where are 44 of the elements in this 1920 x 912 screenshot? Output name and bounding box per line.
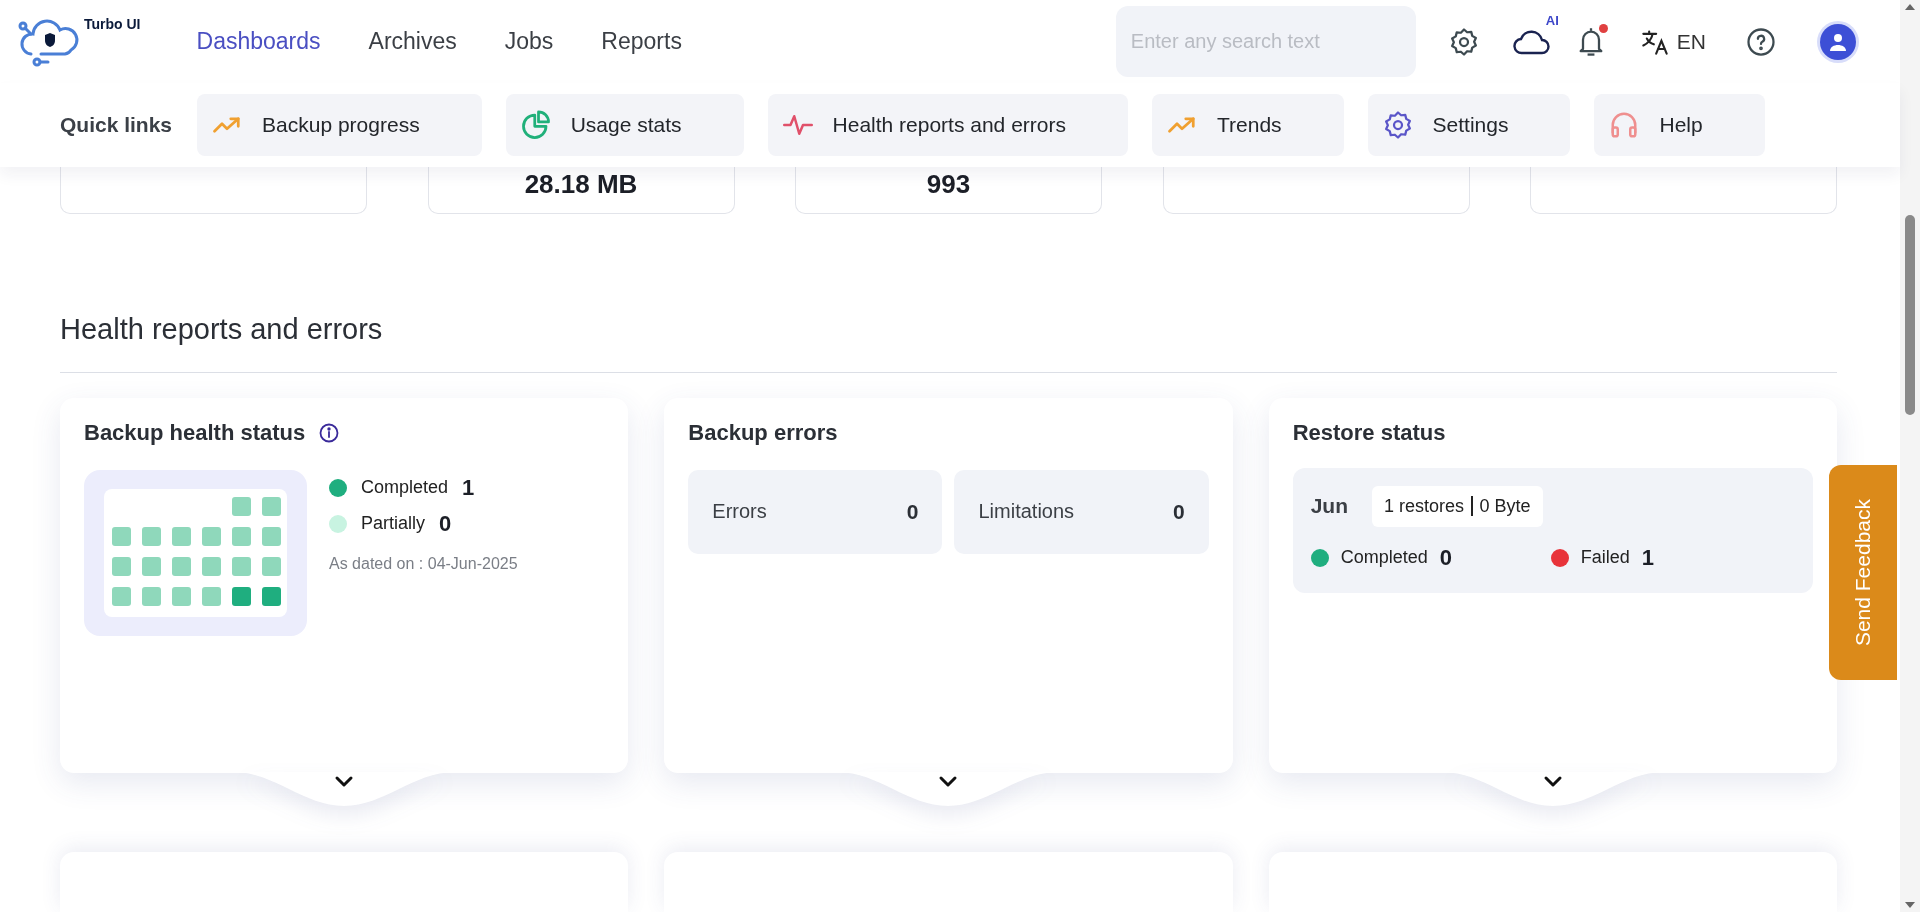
legend-count: 1 — [1641, 545, 1654, 571]
stat-value: 993 — [926, 168, 971, 201]
pie-chart-icon — [520, 109, 551, 140]
restore-size: 0 Byte — [1479, 496, 1531, 517]
nav-link[interactable]: Dashboards — [196, 24, 321, 60]
nav-link[interactable]: Jobs — [504, 24, 554, 60]
card-title: Backup errors — [688, 420, 838, 445]
legend-label: Completed — [361, 477, 449, 499]
help-icon[interactable] — [1746, 26, 1776, 57]
language-button[interactable]: EN — [1640, 27, 1706, 56]
search-field[interactable]: Enter any search text — [1115, 6, 1416, 78]
quick-link-button[interactable]: Settings — [1367, 93, 1571, 156]
quick-link-button[interactable]: Help — [1594, 93, 1765, 156]
legend-count: 0 — [439, 511, 452, 537]
legend-label: Failed — [1580, 547, 1630, 569]
ai-label: AI — [1545, 12, 1559, 28]
tile-label: Limitations — [978, 500, 1075, 524]
quick-links-label: Quick links — [60, 112, 173, 137]
quick-link-button[interactable]: Trends — [1152, 93, 1344, 156]
quick-link-button[interactable]: Health reports and errors — [767, 93, 1128, 156]
as-of-date: As dated on : 04-Jun-2025 — [329, 555, 518, 573]
tile-count: 0 — [906, 500, 919, 524]
legend-count: 1 — [462, 475, 475, 501]
quick-link-button[interactable]: Backup progress — [197, 93, 482, 156]
tile-label: Errors — [712, 500, 767, 524]
info-icon[interactable] — [319, 423, 340, 443]
legend-label: Partially — [361, 513, 426, 535]
tile-count: 0 — [1172, 500, 1185, 524]
legend-count: 0 — [1439, 545, 1452, 571]
nav-link[interactable]: Archives — [368, 24, 457, 60]
stat-value: 28.18 MB — [524, 168, 638, 201]
user-avatar[interactable] — [1820, 23, 1856, 60]
restore-count: 1 restores — [1384, 496, 1465, 517]
section-title: Health reports and errors — [60, 313, 1837, 373]
card-title: Restore status — [1292, 420, 1446, 445]
brand-name: Turbo UI — [84, 16, 141, 32]
legend-label: Completed — [1340, 547, 1428, 569]
month-label: Jun — [1310, 494, 1348, 519]
card-title: Backup health status — [84, 420, 306, 446]
cloud-icon[interactable] — [1512, 28, 1551, 55]
settings-icon[interactable] — [1448, 26, 1479, 57]
settings-icon — [1382, 109, 1413, 140]
nav-link[interactable]: Reports — [601, 24, 682, 60]
quick-link-button[interactable]: Usage stats — [505, 93, 744, 156]
